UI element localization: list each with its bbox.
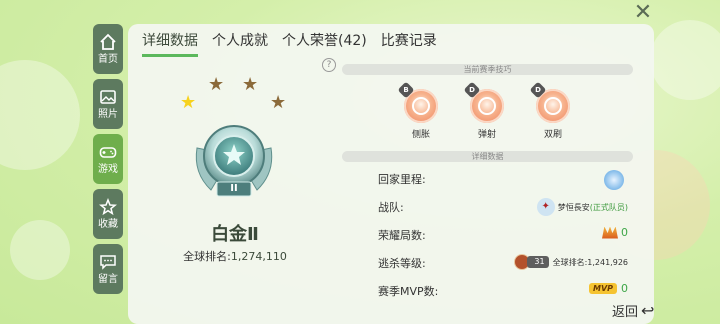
detail-label: 荣耀局数: [378, 229, 426, 242]
nav-item-home[interactable]: 首页 [93, 24, 123, 74]
team-role: (正式队员) [589, 202, 628, 212]
star-empty-icon: ★ [242, 74, 259, 95]
skill-double-brush-icon: D [529, 81, 570, 123]
nav-label: 首页 [98, 54, 118, 65]
grade-badge: B [397, 81, 415, 99]
tab-match-history[interactable]: 比赛记录 [381, 30, 437, 54]
grade-badge: D [463, 81, 481, 99]
nav-label: 照片 [98, 109, 118, 120]
rank-global: 全球排名:1,274,110 [128, 248, 342, 264]
detail-label: 赛季MVP数: [378, 285, 439, 298]
bg-bubble [0, 60, 80, 170]
tab-detailed-data[interactable]: 详细数据 [142, 30, 198, 57]
tab-achievements[interactable]: 个人成就 [212, 30, 268, 54]
rank-global-label: 全球排名: [183, 250, 231, 263]
escape-level: 31 [527, 256, 549, 268]
glory-crown-icon [602, 226, 618, 239]
nav-item-messages[interactable]: 留言 [93, 244, 123, 294]
detail-row-mvp: 赛季MVP数: MVP 0 [378, 280, 628, 300]
rank-global-value: 1,274,110 [230, 250, 287, 263]
tab-honors[interactable]: 个人荣誉(42) [282, 30, 367, 54]
nav-label: 游戏 [98, 164, 118, 175]
bg-bubble [650, 20, 720, 100]
nav-label: 收藏 [98, 219, 118, 230]
team-emblem-icon: ✦ [536, 198, 555, 216]
detail-row-team[interactable]: 战队: ✦ 梦恒長安 (正式队员) [378, 196, 628, 216]
help-icon[interactable]: ? [322, 58, 336, 72]
nav-item-favorites[interactable]: 收藏 [93, 189, 123, 239]
detail-row-escape: 逃杀等级: 31 全球排名: 1,241,926 [378, 252, 628, 272]
photo-icon [100, 90, 116, 104]
rank-name: 白金Ⅱ [211, 224, 259, 245]
skill-item[interactable]: D 双刷 [528, 81, 578, 140]
back-label: 返回 [612, 305, 639, 320]
detail-row-glory: 荣耀局数: 0 [378, 224, 628, 244]
skills-section-header: 当前赛季技巧 [342, 64, 633, 75]
detail-label: 回家里程: [378, 173, 426, 186]
skill-bounce-icon: D [463, 81, 504, 123]
favorite-icon [99, 198, 117, 216]
team-name: 梦恒長安 [557, 202, 590, 212]
escape-rank-value: 1,241,926 [587, 257, 628, 267]
skill-name: 侧胀 [411, 130, 430, 140]
glory-value: 0 [621, 226, 628, 239]
tab-bar: 详细数据 个人成就 个人荣誉(42) 比赛记录 [142, 30, 451, 57]
nav-item-photos[interactable]: 照片 [93, 79, 123, 129]
nav-item-games[interactable]: 游戏 [93, 134, 123, 184]
star-empty-icon: ★ [208, 74, 225, 95]
detail-label: 战队: [378, 201, 404, 214]
mvp-value: 0 [621, 282, 628, 295]
mvp-badge: MVP [588, 283, 617, 294]
skill-item[interactable]: D 弹射 [462, 81, 512, 140]
escape-rank-label: 全球排名: [552, 257, 588, 267]
star-empty-icon: ★ [270, 92, 287, 113]
gamepad-icon [99, 147, 117, 158]
badge-numeral: II [230, 183, 238, 194]
star-filled-icon: ★ [180, 92, 197, 113]
message-icon [100, 255, 116, 270]
details-section-header: 详细数据 [342, 151, 633, 162]
stats-panel: 详细数据 个人成就 个人荣誉(42) 比赛记录 ★ ★ ★ ★ II 白金Ⅱ 全… [128, 24, 654, 324]
back-arrow-icon: ↩ [641, 301, 655, 320]
skill-item[interactable]: B 侧胀 [396, 81, 446, 140]
bg-bubble [10, 220, 70, 280]
detail-row-home-distance: 回家里程: [378, 168, 628, 190]
back-button[interactable]: 返回 ↩ [612, 301, 654, 320]
nav-label: 留言 [98, 274, 118, 285]
side-nav: 首页 照片 游戏 收藏 留言 [93, 24, 123, 299]
home-icon [100, 33, 116, 50]
close-button[interactable]: ✕ [632, 2, 654, 24]
home-globe-icon [604, 170, 624, 190]
skill-name: 弹射 [477, 130, 496, 140]
grade-badge: D [529, 81, 547, 99]
skill-name: 双刷 [543, 130, 562, 140]
rank-stars: ★ ★ ★ ★ [178, 72, 298, 122]
skill-side-icon: B [397, 81, 438, 123]
detail-label: 逃杀等级: [378, 257, 426, 270]
